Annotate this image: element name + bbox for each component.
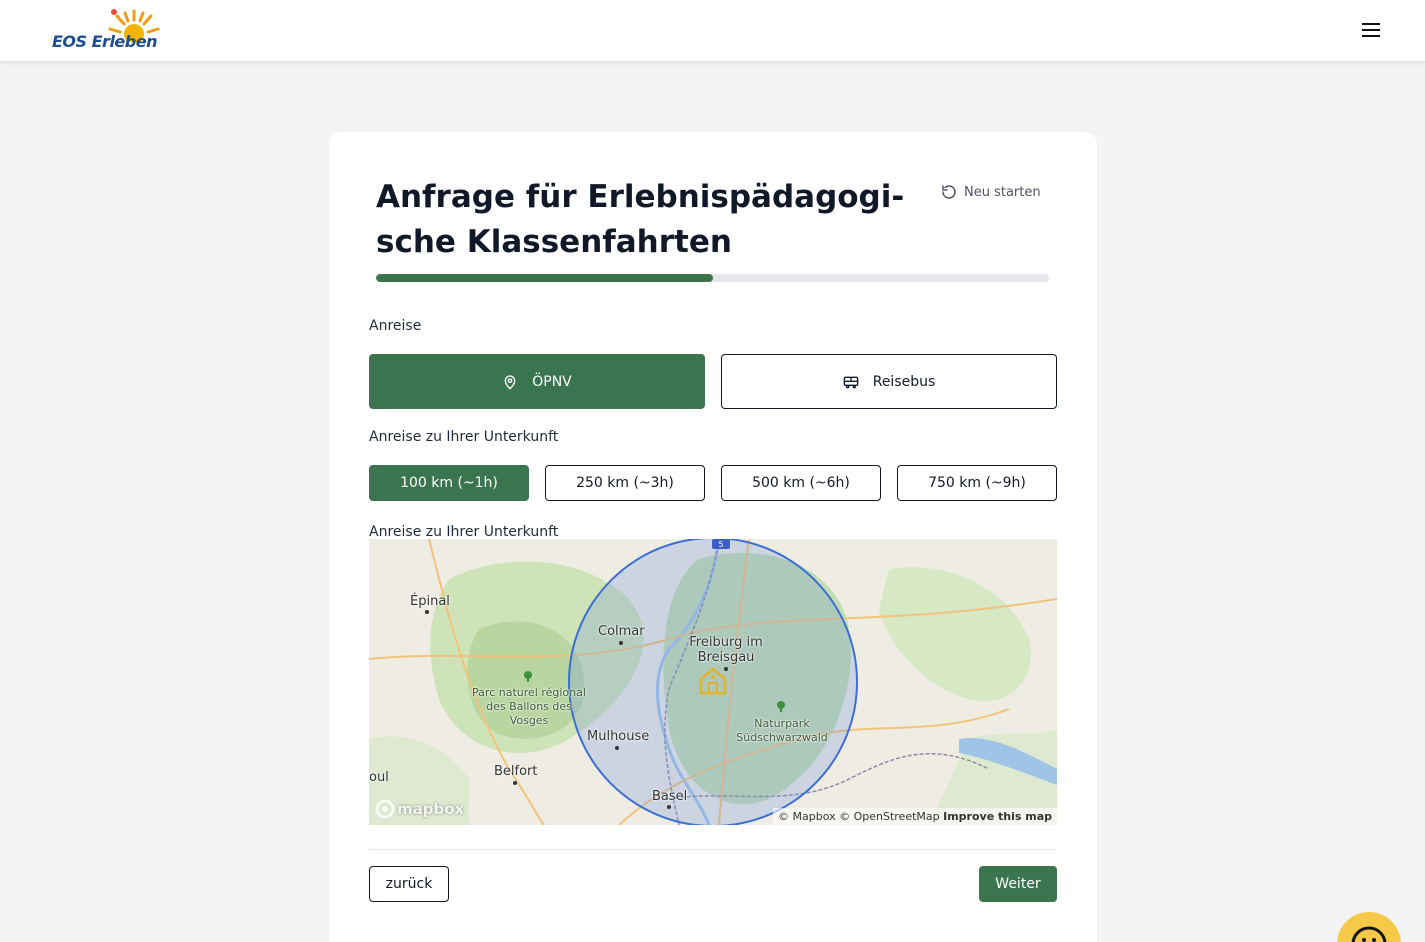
map-label: Anreise zu Ihrer Unterkunft	[369, 524, 559, 540]
bus-icon	[843, 376, 859, 388]
map-place-basel: Basel	[652, 789, 688, 804]
mapbox-logo-icon	[375, 799, 395, 819]
option-oepnv-label: ÖPNV	[532, 373, 572, 390]
map-place-colmar: Colmar	[598, 624, 645, 639]
map-place-mulhouse: Mulhouse	[587, 729, 650, 744]
map-place-belfort: Belfort	[494, 764, 538, 779]
improve-map-link[interactable]: Improve this map	[943, 810, 1052, 823]
mapbox-logo-text: mapbox	[397, 800, 465, 818]
distance-750-button[interactable]: 750 km (~9h)	[897, 465, 1057, 501]
travel-radius-map[interactable]: 5 Épinal Colmar Freiburg im Breisgau Par…	[369, 539, 1057, 825]
progress-bar	[376, 274, 1049, 282]
restart-icon	[942, 185, 956, 199]
top-navigation-bar: EOS Erleben	[0, 0, 1425, 61]
map-pin-icon	[504, 374, 516, 390]
distance-label: Anreise zu Ihrer Unterkunft	[369, 429, 559, 445]
hamburger-menu-icon[interactable]	[1358, 20, 1384, 42]
option-oepnv-button[interactable]: ÖPNV	[369, 354, 705, 409]
chat-smiley-icon	[1351, 926, 1387, 942]
distance-500-button[interactable]: 500 km (~6h)	[721, 465, 881, 501]
distance-100-button[interactable]: 100 km (~1h)	[369, 465, 529, 501]
eos-erleben-logo[interactable]: EOS Erleben	[50, 8, 166, 54]
back-button[interactable]: zurück	[369, 866, 449, 902]
progress-bar-fill	[376, 274, 713, 282]
chat-widget-button[interactable]	[1337, 912, 1401, 942]
map-place-freiburg: Freiburg im Breisgau	[689, 635, 763, 665]
page-title: Anfrage für Erlebnispädagogi-sche Klasse…	[376, 179, 905, 260]
map-place-epinal: Épinal	[410, 594, 450, 609]
restart-button[interactable]: Neu starten	[941, 184, 1041, 200]
map-place-suedschwarzwald: Naturpark Südschwarzwald	[736, 717, 828, 744]
next-button[interactable]: Weiter	[979, 866, 1057, 902]
footer-divider	[369, 849, 1057, 850]
mapbox-logo[interactable]: mapbox	[375, 799, 464, 819]
logo-text: EOS Erleben	[52, 32, 157, 51]
request-form-card: Anfrage für Erlebnispädagogi-sche Klasse…	[329, 132, 1097, 942]
map-background: 5	[369, 539, 1057, 825]
option-reisebus-button[interactable]: Reisebus	[721, 354, 1057, 409]
distance-250-button[interactable]: 250 km (~3h)	[545, 465, 705, 501]
restart-label: Neu starten	[964, 184, 1041, 200]
route-badge: 5	[718, 540, 723, 549]
travel-label: Anreise	[369, 318, 422, 334]
map-attribution: © Mapbox © OpenStreetMap Improve this ma…	[773, 808, 1057, 825]
option-reisebus-label: Reisebus	[872, 373, 936, 390]
map-place-ballons-des-vosges: Parc naturel régional des Ballons des Vo…	[472, 686, 586, 727]
map-place-partial: oul	[369, 770, 389, 785]
attribution-text[interactable]: © Mapbox © OpenStreetMap	[778, 810, 940, 823]
